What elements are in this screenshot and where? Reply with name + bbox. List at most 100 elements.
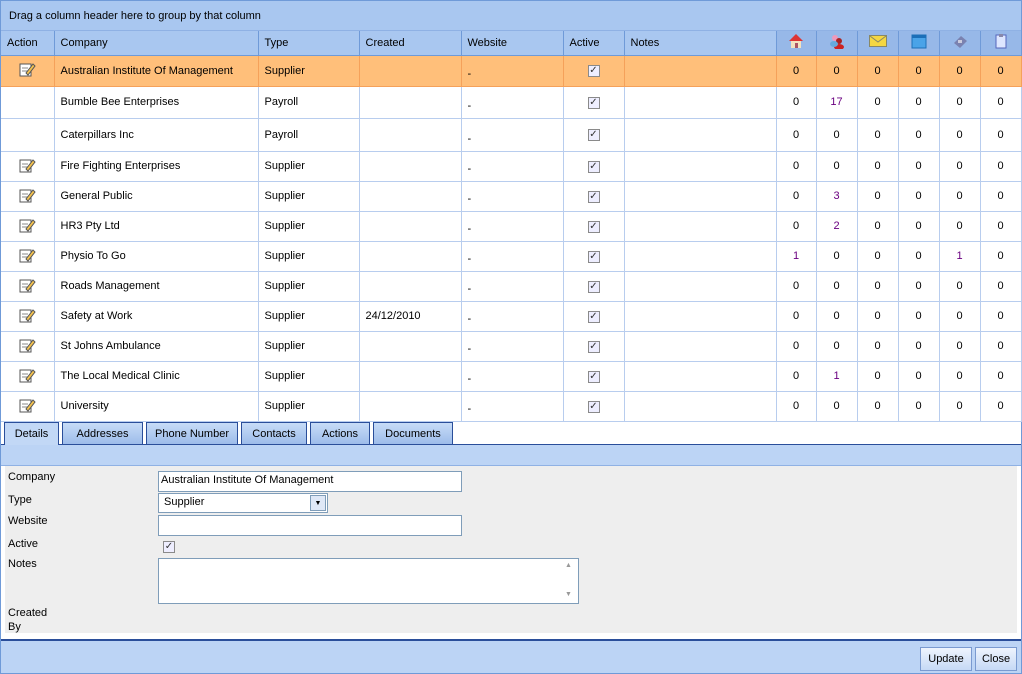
- calendar-count[interactable]: 0: [898, 55, 940, 87]
- column-header-home[interactable]: [776, 31, 817, 56]
- phone-count[interactable]: 0: [939, 271, 981, 302]
- table-row[interactable]: Roads Management Supplier - ✓ 0 0 0 0 0 0: [1, 271, 1022, 302]
- phone-count[interactable]: 0: [939, 118, 981, 152]
- column-header-calendar[interactable]: [898, 31, 940, 56]
- calendar-count[interactable]: 0: [898, 301, 940, 332]
- calendar-count[interactable]: 0: [898, 211, 940, 242]
- tab-contacts[interactable]: Contacts: [241, 422, 307, 445]
- calendar-count[interactable]: 0: [898, 271, 940, 302]
- clipboard-count[interactable]: 0: [980, 86, 1022, 119]
- scroll-up-icon[interactable]: ▲: [565, 562, 572, 569]
- active-checkbox[interactable]: ✓: [587, 129, 600, 141]
- contacts-count[interactable]: 0: [816, 391, 858, 422]
- phone-count[interactable]: 0: [939, 55, 981, 87]
- active-checkbox[interactable]: ✓: [587, 340, 600, 353]
- contacts-count[interactable]: 2: [816, 211, 858, 242]
- column-header-website[interactable]: Website: [461, 31, 564, 56]
- clipboard-count[interactable]: 0: [980, 391, 1022, 422]
- website-cell[interactable]: -: [461, 211, 564, 242]
- contacts-count[interactable]: 0: [816, 241, 858, 272]
- calendar-count[interactable]: 0: [898, 181, 940, 212]
- column-header-company[interactable]: Company: [54, 31, 259, 56]
- edit-icon[interactable]: [18, 398, 36, 416]
- active-checkbox[interactable]: ✓: [587, 250, 600, 263]
- table-row[interactable]: Australian Institute Of Management Suppli…: [1, 55, 1022, 87]
- table-row[interactable]: Physio To Go Supplier - ✓ 1 0 0 0 1 0: [1, 241, 1022, 272]
- scroll-down-icon[interactable]: ▼: [565, 591, 572, 598]
- home-count[interactable]: 0: [776, 391, 817, 422]
- edit-icon[interactable]: [18, 368, 36, 386]
- contacts-count[interactable]: 0: [816, 118, 858, 152]
- edit-icon[interactable]: [18, 188, 36, 206]
- home-count[interactable]: 0: [776, 151, 817, 182]
- edit-icon[interactable]: [18, 278, 36, 296]
- table-row[interactable]: General Public Supplier - ✓ 0 3 0 0 0 0: [1, 181, 1022, 212]
- phone-count[interactable]: 0: [939, 181, 981, 212]
- phone-count[interactable]: 0: [939, 301, 981, 332]
- email-count[interactable]: 0: [857, 331, 899, 362]
- edit-icon[interactable]: [18, 338, 36, 356]
- table-row[interactable]: HR3 Pty Ltd Supplier - ✓ 0 2 0 0 0 0: [1, 211, 1022, 242]
- home-count[interactable]: 0: [776, 211, 817, 242]
- website-cell[interactable]: -: [461, 181, 564, 212]
- home-count[interactable]: 0: [776, 181, 817, 212]
- home-count[interactable]: 0: [776, 55, 817, 87]
- company-field[interactable]: Australian Institute Of Management: [158, 471, 462, 492]
- phone-count[interactable]: 0: [939, 391, 981, 422]
- edit-icon[interactable]: [18, 63, 36, 80]
- active-checkbox[interactable]: ✓: [587, 190, 600, 203]
- calendar-count[interactable]: 0: [898, 86, 940, 119]
- clipboard-count[interactable]: 0: [980, 118, 1022, 152]
- contacts-count[interactable]: 3: [816, 181, 858, 212]
- home-count[interactable]: 0: [776, 118, 817, 152]
- clipboard-count[interactable]: 0: [980, 361, 1022, 392]
- clipboard-count[interactable]: 0: [980, 55, 1022, 87]
- table-row[interactable]: Bumble Bee Enterprises Payroll - ✓ 0 17 0 0 0 0: [1, 86, 1022, 119]
- calendar-count[interactable]: 0: [898, 361, 940, 392]
- website-cell[interactable]: -: [461, 361, 564, 392]
- email-count[interactable]: 0: [857, 271, 899, 302]
- tab-actions[interactable]: Actions: [310, 422, 370, 445]
- phone-count[interactable]: 0: [939, 331, 981, 362]
- email-count[interactable]: 0: [857, 86, 899, 119]
- close-button[interactable]: Close: [975, 647, 1017, 671]
- type-select[interactable]: Supplier ▼: [158, 493, 328, 513]
- website-cell[interactable]: -: [461, 151, 564, 182]
- website-cell[interactable]: -: [461, 118, 564, 152]
- column-header-active[interactable]: Active: [563, 31, 625, 56]
- edit-icon[interactable]: [18, 158, 36, 176]
- update-button[interactable]: Update: [920, 647, 972, 671]
- email-count[interactable]: 0: [857, 181, 899, 212]
- phone-count[interactable]: 0: [939, 361, 981, 392]
- column-header-phone[interactable]: [939, 31, 981, 56]
- home-count[interactable]: 0: [776, 331, 817, 362]
- active-checkbox[interactable]: ✓: [587, 370, 600, 383]
- email-count[interactable]: 0: [857, 211, 899, 242]
- tab-addresses[interactable]: Addresses: [62, 422, 143, 445]
- phone-count[interactable]: 0: [939, 86, 981, 119]
- clipboard-count[interactable]: 0: [980, 301, 1022, 332]
- table-row[interactable]: St Johns Ambulance Supplier - ✓ 0 0 0 0 0 0: [1, 331, 1022, 362]
- website-cell[interactable]: -: [461, 271, 564, 302]
- clipboard-count[interactable]: 0: [980, 211, 1022, 242]
- calendar-count[interactable]: 0: [898, 241, 940, 272]
- column-header-notes[interactable]: Notes: [624, 31, 777, 56]
- phone-count[interactable]: 1: [939, 241, 981, 272]
- active-checkbox[interactable]: ✓: [587, 96, 600, 109]
- table-row[interactable]: University Supplier - ✓ 0 0 0 0 0 0: [1, 391, 1022, 422]
- website-cell[interactable]: -: [461, 331, 564, 362]
- column-header-action[interactable]: Action: [1, 31, 55, 56]
- edit-icon[interactable]: [18, 308, 36, 326]
- contacts-count[interactable]: 0: [816, 301, 858, 332]
- contacts-count[interactable]: 0: [816, 271, 858, 302]
- edit-icon[interactable]: [18, 248, 36, 266]
- email-count[interactable]: 0: [857, 361, 899, 392]
- notes-textarea[interactable]: [158, 558, 579, 604]
- column-header-type[interactable]: Type: [258, 31, 360, 56]
- table-row[interactable]: The Local Medical Clinic Supplier - ✓ 0 1 0 0 0 0: [1, 361, 1022, 392]
- email-count[interactable]: 0: [857, 241, 899, 272]
- phone-count[interactable]: 0: [939, 151, 981, 182]
- contacts-count[interactable]: 0: [816, 331, 858, 362]
- calendar-count[interactable]: 0: [898, 391, 940, 422]
- active-checkbox[interactable]: ✓: [587, 280, 600, 293]
